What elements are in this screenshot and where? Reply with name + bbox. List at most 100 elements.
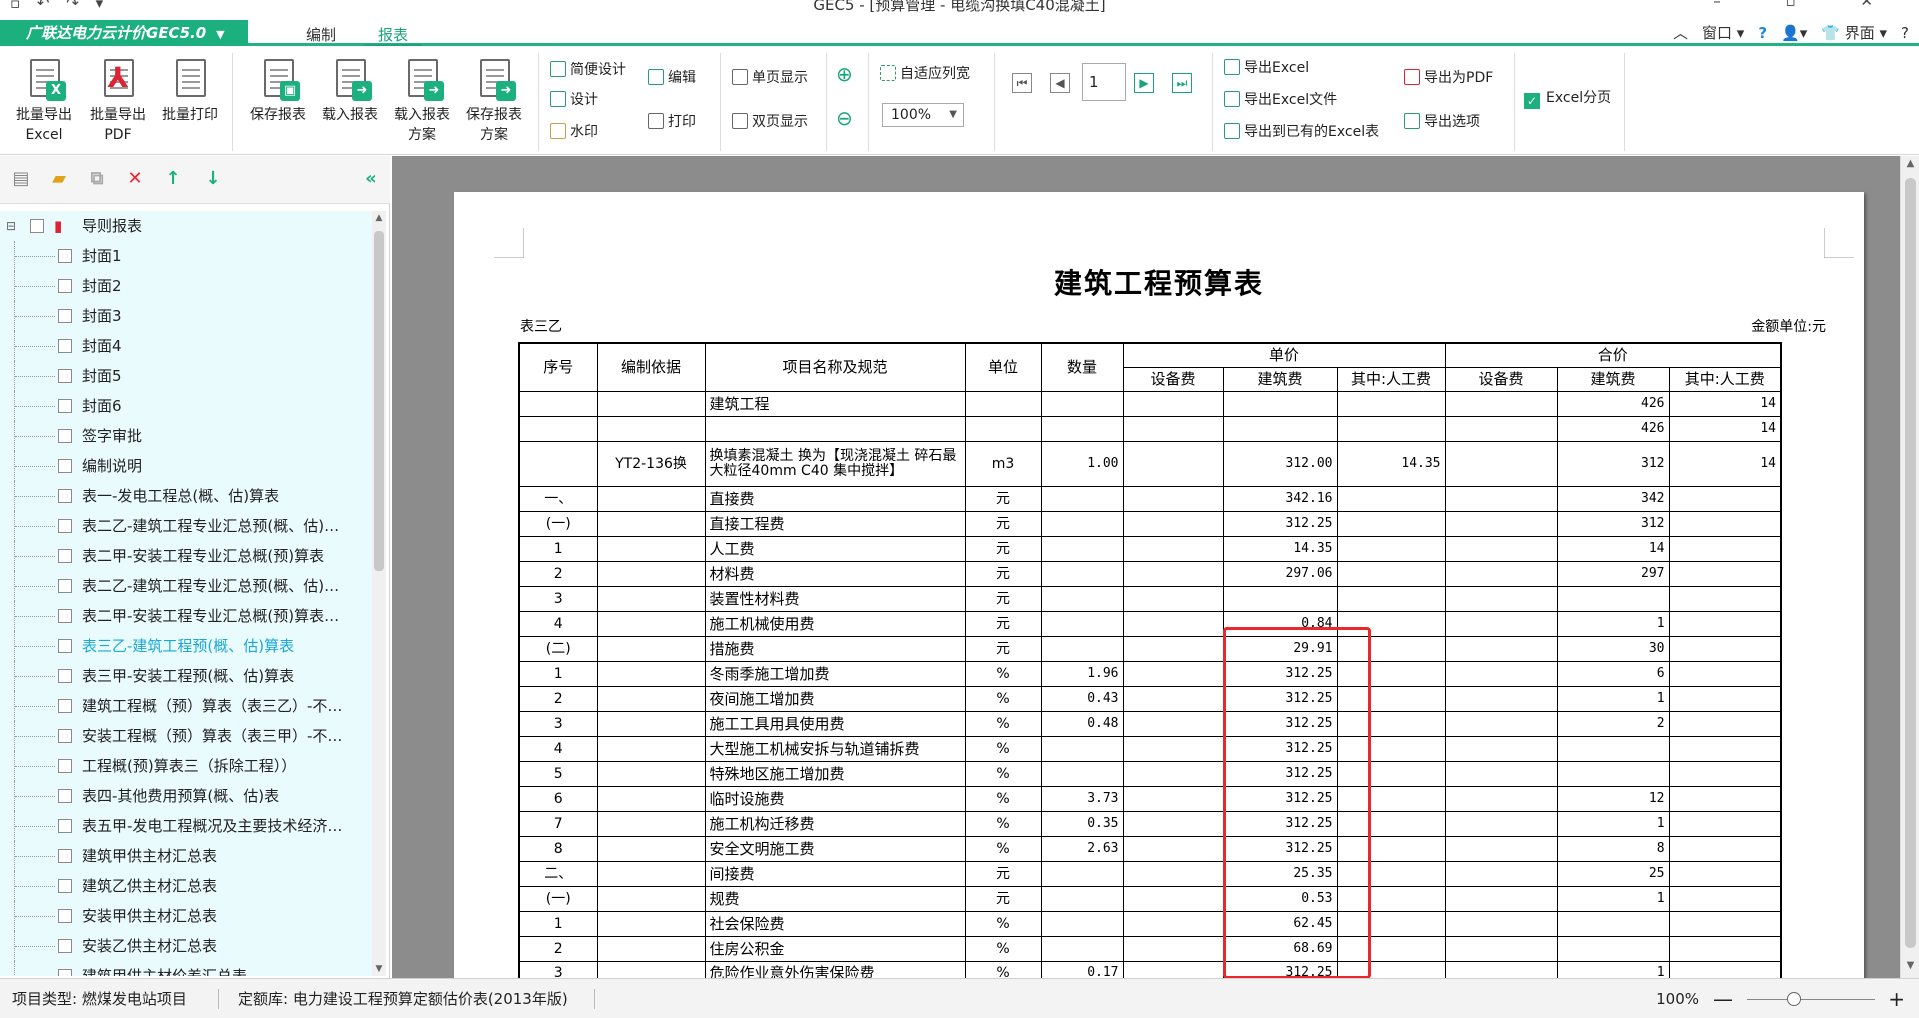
page-number-input[interactable]: 1 [1082,63,1126,101]
checkbox[interactable] [58,519,72,533]
tree-item[interactable]: 表二乙-建筑工程专业汇总预(概、估)… [0,511,372,541]
zoom-plus-button[interactable]: + [1888,979,1905,1018]
user-icon[interactable]: 👤▾ [1781,24,1807,42]
tree-item[interactable]: 表二乙-建筑工程专业汇总预(概、估)… [0,571,372,601]
checkbox[interactable] [58,669,72,683]
export-to-existing-excel-button[interactable]: 导出到已有的Excel表 [1224,121,1379,143]
tree-item[interactable]: 封面5 [0,361,372,391]
checkbox[interactable] [58,729,72,743]
checkbox[interactable] [58,639,72,653]
tab-report[interactable]: 报表 [364,24,423,46]
checkbox[interactable] [58,939,72,953]
checkbox[interactable] [58,399,72,413]
tree-item[interactable]: 封面3 [0,301,372,331]
checkbox[interactable] [58,849,72,863]
checkbox[interactable] [58,819,72,833]
batch-print-button[interactable]: 批量打印 [154,55,226,149]
delete-icon[interactable]: ✕ [124,168,146,190]
checkbox[interactable] [58,879,72,893]
first-page-button[interactable]: ⏮ [1012,73,1032,93]
zoom-slider-track[interactable] [1747,999,1875,1000]
load-report-button[interactable]: ➜ 载入报表 [314,55,386,149]
checkbox[interactable] [58,249,72,263]
tree-item[interactable]: 建筑乙供主材汇总表 [0,871,372,901]
checkbox[interactable] [58,789,72,803]
export-options-button[interactable]: 导出选项 [1404,111,1480,133]
collapse-panel-icon[interactable]: « [360,168,382,190]
tree-item[interactable]: 封面2 [0,271,372,301]
checkbox[interactable] [58,969,72,976]
export-excel-button[interactable]: 导出Excel [1224,57,1309,79]
checkbox[interactable] [58,279,72,293]
tab-edit[interactable]: 编制 [292,24,350,46]
easy-design-button[interactable]: 简便设计 [550,59,626,81]
zoom-minus-button[interactable]: — [1713,979,1733,1018]
tree-item[interactable]: 安装甲供主材汇总表 [0,901,372,931]
tree-item[interactable]: 建筑工程概（预）算表（表三乙）-不… [0,691,372,721]
checkbox[interactable] [58,309,72,323]
window-menu[interactable]: 窗口 ▾ [1702,22,1744,43]
checkbox[interactable] [58,429,72,443]
help-icon[interactable]: ? [1758,24,1767,42]
checkbox[interactable] [58,459,72,473]
tree-item[interactable]: 安装乙供主材汇总表 [0,931,372,961]
last-page-button[interactable]: ⏭ [1172,73,1192,93]
checkbox[interactable] [30,219,44,233]
tree-scrollbar[interactable]: ▲ ▼ [372,211,386,976]
tree-item[interactable]: 签字审批 [0,421,372,451]
tree-item[interactable]: 表二甲-安装工程专业汇总概(预)算表 [0,541,372,571]
tree-item[interactable]: 封面1 [0,241,372,271]
app-menu-button[interactable]: 广联达电力云计价GEC5.0 ▼ [0,20,248,46]
prev-page-button[interactable]: ◀ [1050,73,1070,93]
excel-paging-checkbox[interactable]: ✓ Excel分页 [1524,87,1611,109]
load-scheme-button[interactable]: ➜ 载入报表 方案 [386,55,458,149]
window-controls[interactable]: – ▫ ✕ [1713,0,1903,10]
checkbox[interactable] [58,489,72,503]
help-small-icon[interactable]: ? [1901,24,1909,42]
preview-scrollbar[interactable]: ▲ ▼ [1900,156,1919,978]
collapse-icon[interactable]: ⊟ [6,211,16,241]
new-report-icon[interactable]: ▤ [10,168,32,190]
export-pdf-button[interactable]: 导出为PDF [1404,67,1493,89]
tree-item[interactable]: 编制说明 [0,451,372,481]
edit-button[interactable]: 编辑 [648,67,696,89]
checkbox[interactable] [58,699,72,713]
checkbox[interactable] [58,339,72,353]
move-up-icon[interactable]: ↑ [162,168,184,190]
save-scheme-button[interactable]: ➜ 保存报表 方案 [458,55,530,149]
zoom-slider-handle[interactable] [1787,992,1801,1006]
skin-menu[interactable]: 👕 界面 ▾ [1821,22,1887,43]
checkbox[interactable] [58,579,72,593]
checkbox[interactable] [58,609,72,623]
checkbox[interactable] [58,369,72,383]
fit-width-button[interactable]: 自适应列宽 [880,63,970,85]
next-page-button[interactable]: ▶ [1134,73,1154,93]
tree-item[interactable]: 表四-其他费用预算(概、估)表 [0,781,372,811]
tree-root[interactable]: ⊟ ▮ 导则报表 [0,211,372,241]
checkbox[interactable] [58,759,72,773]
checkbox[interactable] [58,549,72,563]
move-down-icon[interactable]: ↓ [202,168,224,190]
zoom-in-icon[interactable]: ⊕ [836,63,853,85]
tree-item[interactable]: 安装工程概（预）算表（表三甲）-不… [0,721,372,751]
tree-item[interactable]: 封面4 [0,331,372,361]
copy-icon[interactable]: ⧉ [86,168,108,190]
tree-item[interactable]: 表二甲-安装工程专业汇总概(预)算表… [0,601,372,631]
new-folder-icon[interactable]: ▰ [48,168,70,190]
tree-item[interactable]: 工程概(预)算表三（拆除工程）） [0,751,372,781]
single-page-button[interactable]: 单页显示 [732,67,808,89]
export-excel-file-button[interactable]: 导出Excel文件 [1224,89,1337,111]
watermark-button[interactable]: 水印 [550,121,598,143]
double-page-button[interactable]: 双页显示 [732,111,808,133]
tree-item[interactable]: 建筑甲供主材汇总表 [0,841,372,871]
save-report-button[interactable]: ▣ 保存报表 [242,55,314,149]
tree-item[interactable]: 表一-发电工程总(概、估)算表 [0,481,372,511]
checkbox[interactable] [58,909,72,923]
tree-item[interactable]: 表三乙-建筑工程预(概、估)算表 [0,631,372,661]
collapse-ribbon-icon[interactable]: ︿ [1673,22,1688,43]
design-button[interactable]: 设计 [550,89,598,111]
tree-item[interactable]: 建筑甲供主材价差汇总表 [0,961,372,976]
tree-item[interactable]: 封面6 [0,391,372,421]
zoom-select[interactable]: 100% ▼ [882,103,964,127]
tree-item[interactable]: 表三甲-安装工程预(概、估)算表 [0,661,372,691]
